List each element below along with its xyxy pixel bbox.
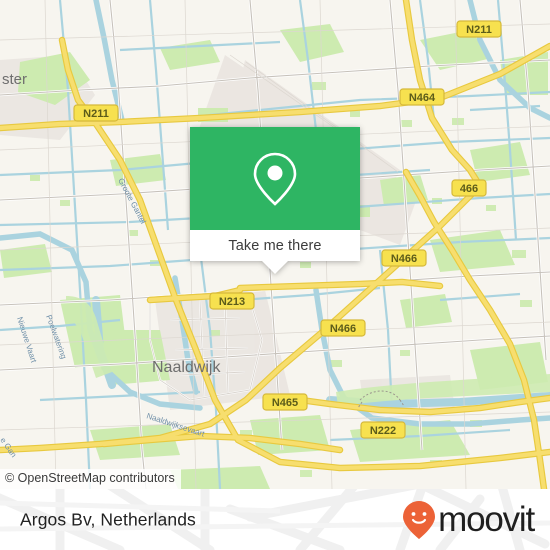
moovit-wordmark: moovit [438,500,535,539]
road-shield: N211 [456,20,502,38]
map-pin-icon [253,152,297,206]
road-shield: N466 [381,249,427,267]
city-label-partial: ster [2,71,27,88]
svg-text:N222: N222 [370,425,396,437]
svg-text:N465: N465 [272,397,298,409]
map-canvas[interactable]: Groote Gantel Nieuwe Vaart Poelwatering … [0,0,550,489]
take-me-there-popup[interactable]: Take me there [190,127,360,274]
popup-icon-area [190,127,360,230]
moovit-logo[interactable]: moovit [402,500,535,540]
popup-pointer [262,261,288,274]
svg-text:466: 466 [460,183,478,195]
place-name: Argos Bv, Netherlands [20,509,196,529]
osm-attribution[interactable]: © OpenStreetMap contributors [0,469,181,489]
road-shield: N466 [320,319,366,337]
svg-text:N213: N213 [219,296,245,308]
moovit-pin-icon [403,500,436,539]
svg-text:N466: N466 [330,323,356,335]
footer-bar: Argos Bv, Netherlands moovit [0,489,550,550]
svg-text:N211: N211 [83,108,109,120]
city-label-naaldwijk: Naaldwijk [152,359,221,376]
road-shield: N464 [399,88,445,106]
take-me-there-label: Take me there [228,237,322,254]
svg-text:N466: N466 [391,253,417,265]
road-shield: N211 [73,104,119,122]
svg-text:N211: N211 [466,24,492,36]
moovit-map-screenshot: Groote Gantel Nieuwe Vaart Poelwatering … [0,0,550,550]
road-shield: N213 [209,292,255,310]
svg-text:N464: N464 [409,92,436,104]
road-shield: N222 [360,421,406,439]
road-shield: N465 [262,393,308,411]
road-shield: 466 [451,179,487,197]
popup-action-area[interactable]: Take me there [190,230,360,261]
